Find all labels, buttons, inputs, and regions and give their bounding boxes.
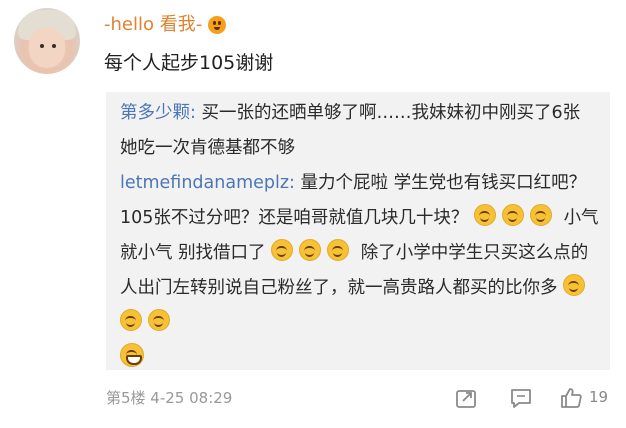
like-count: 19 (589, 388, 609, 406)
reply-author[interactable]: 第多少颗 (120, 103, 190, 123)
avatar-face (29, 28, 65, 68)
username[interactable]: -hello 看我- (104, 14, 202, 36)
smile-emoji-icon (271, 239, 294, 261)
share-button[interactable] (453, 384, 479, 412)
avatar-eye-right (52, 44, 56, 48)
comment-actions: 19 (0, 384, 626, 414)
username-row[interactable]: -hello 看我- (104, 14, 227, 36)
emoji-badge-icon (208, 16, 227, 34)
smile-emoji-icon (327, 239, 350, 261)
avatar[interactable] (14, 8, 80, 74)
share-icon (456, 390, 476, 408)
comment-button[interactable] (508, 384, 534, 412)
smile-emoji-icon (563, 274, 586, 296)
smile-emoji-icon (501, 204, 524, 226)
like-button[interactable] (558, 384, 584, 412)
smile-emoji-icon (299, 239, 322, 261)
grin-emoji-icon (120, 343, 144, 367)
smile-emoji-icon (473, 204, 496, 226)
reply-author[interactable]: letmefindanameplz (120, 173, 289, 193)
avatar-eye-left (40, 44, 44, 48)
comment-text: 每个人起步105谢谢 (104, 52, 274, 74)
smile-emoji-icon (529, 204, 552, 226)
like-icon (561, 388, 582, 408)
smile-emoji-icon (148, 309, 170, 331)
reply-item[interactable]: letmefindanameplz: 量力个屁啦 学生党也有钱买口红吧？105张… (120, 166, 602, 376)
reply-separator: : (289, 173, 301, 193)
reply-item[interactable]: 第多少颗: 买一张的还晒单够了啊……我妹妹初中刚买了6张 她吃一次肯德基都不够 (120, 96, 602, 166)
reply-box[interactable]: 第多少颗: 买一张的还晒单够了啊……我妹妹初中刚买了6张 她吃一次肯德基都不够 … (106, 92, 610, 370)
reply-separator: : (190, 103, 202, 123)
smile-emoji-icon (120, 309, 142, 331)
comment-icon (511, 389, 531, 408)
